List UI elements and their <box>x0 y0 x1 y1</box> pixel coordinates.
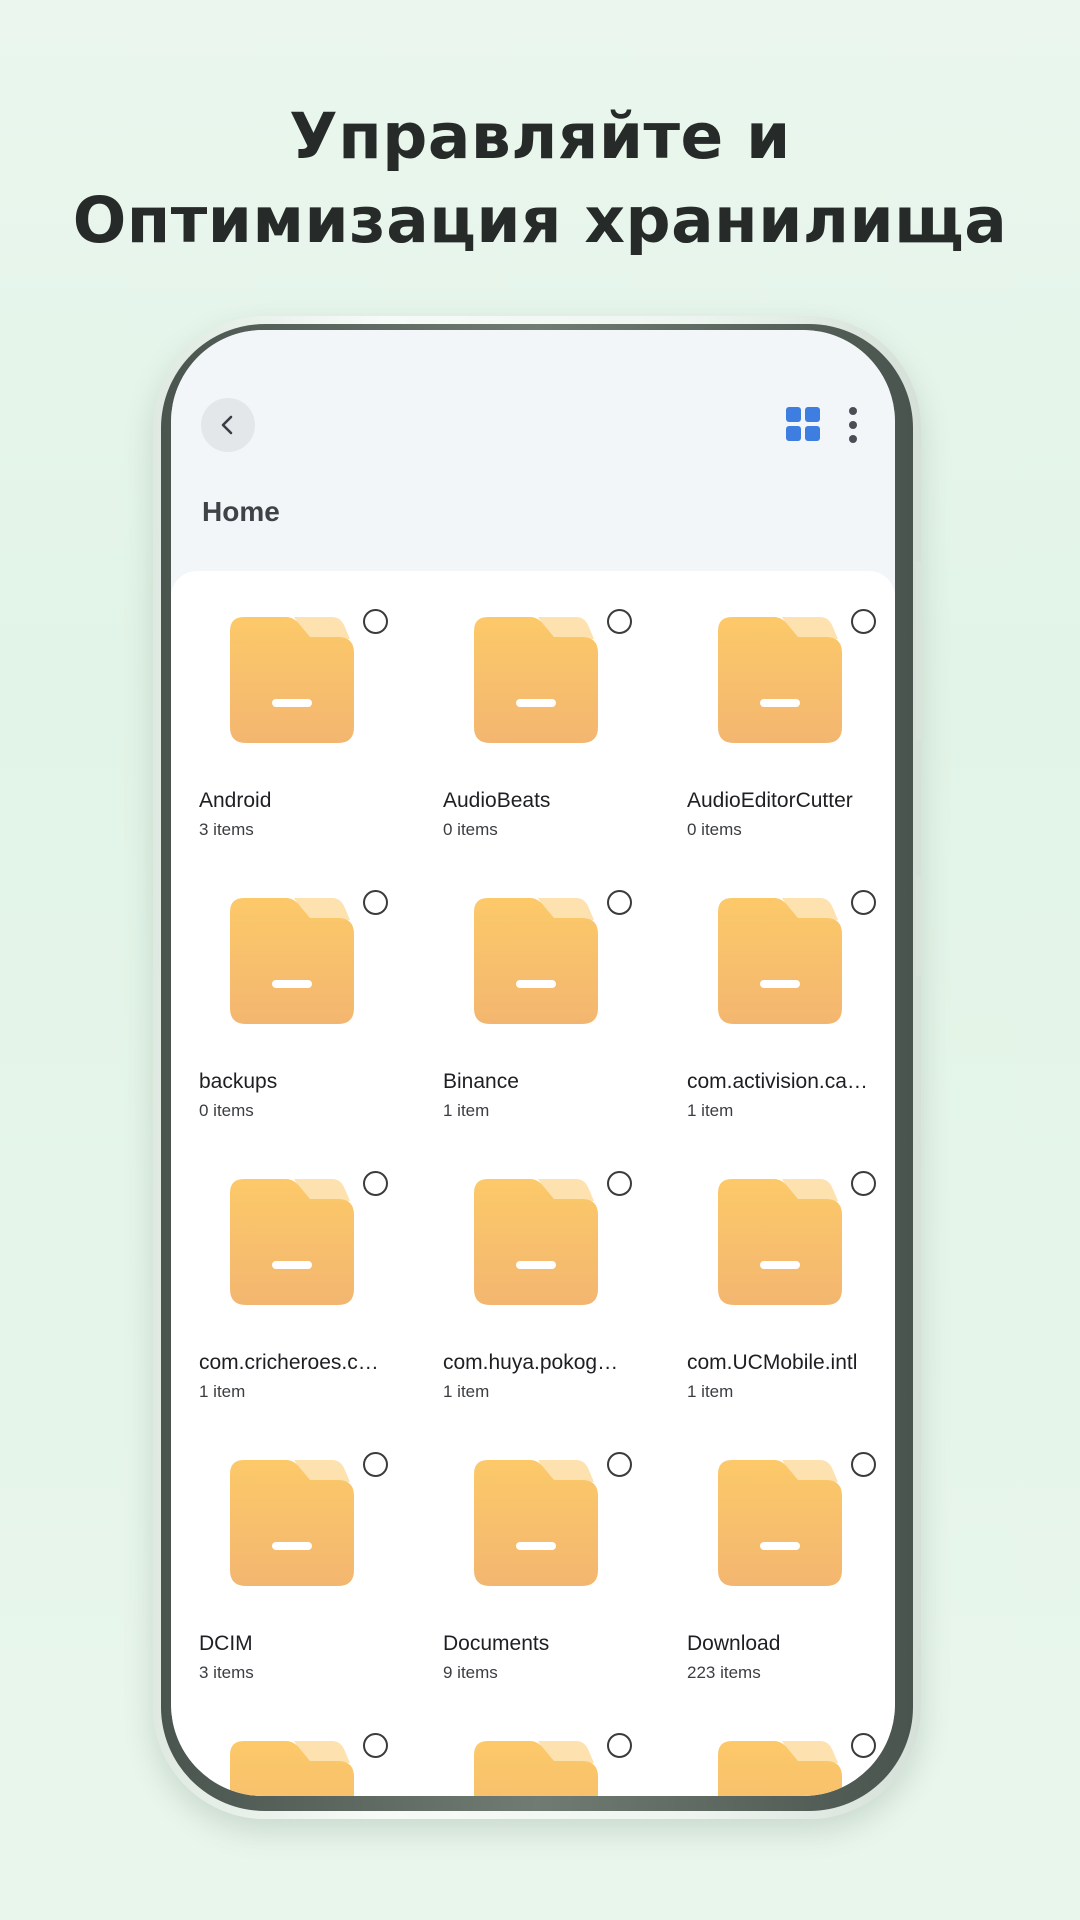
select-radio[interactable] <box>363 609 388 634</box>
select-radio[interactable] <box>607 1171 632 1196</box>
select-radio[interactable] <box>851 890 876 915</box>
folder-name: AudioBeats <box>443 789 551 812</box>
folder-item[interactable]: AudioEditorCutter 0 items <box>687 571 895 839</box>
select-radio[interactable] <box>851 609 876 634</box>
folder-icon <box>474 1179 598 1305</box>
folder-item-count: 1 item <box>687 1382 734 1401</box>
folder-item[interactable]: AudioBeats 0 items <box>443 571 687 839</box>
folder-item-count: 9 items <box>443 1663 498 1682</box>
select-radio[interactable] <box>851 1452 876 1477</box>
folder-icon <box>718 1460 842 1586</box>
folder-name: Documents <box>443 1632 550 1655</box>
folder-icon <box>718 898 842 1024</box>
folder-icon <box>230 1179 354 1305</box>
folder-name: com.huya.pokog… <box>443 1351 619 1374</box>
folder-name: DCIM <box>199 1632 253 1655</box>
folder-name: backups <box>199 1070 278 1093</box>
page-title: Home <box>202 496 280 527</box>
folder-item[interactable] <box>687 1695 895 1796</box>
select-radio[interactable] <box>607 890 632 915</box>
select-radio[interactable] <box>363 890 388 915</box>
folder-item[interactable] <box>443 1695 687 1796</box>
grid-view-icon[interactable] <box>786 407 820 441</box>
select-radio[interactable] <box>851 1171 876 1196</box>
folder-item-count: 0 items <box>199 1101 254 1120</box>
folder-item-count: 1 item <box>199 1382 246 1401</box>
folder-item[interactable]: Binance 1 item <box>443 852 687 1120</box>
folder-icon <box>718 1741 842 1796</box>
select-radio[interactable] <box>363 1452 388 1477</box>
folder-name: com.UCMobile.intl <box>687 1351 858 1374</box>
select-radio[interactable] <box>607 1452 632 1477</box>
folder-item-count: 1 item <box>443 1382 490 1401</box>
folder-item-count: 1 item <box>687 1101 734 1120</box>
folder-icon <box>474 1741 598 1796</box>
headline-line-1: Управляйте и <box>289 100 791 173</box>
folder-name: Android <box>199 789 272 812</box>
promo-headline: Управляйте и Оптимизация хранилища <box>0 95 1080 263</box>
folder-icon <box>474 617 598 743</box>
folder-item[interactable]: Documents 9 items <box>443 1414 687 1682</box>
folder-name: Download <box>687 1632 781 1655</box>
more-vertical-icon[interactable] <box>847 407 859 443</box>
folder-item[interactable]: Android 3 items <box>199 571 443 839</box>
folder-item[interactable]: com.huya.pokog… 1 item <box>443 1133 687 1401</box>
app-header: Home <box>171 330 895 570</box>
back-button[interactable] <box>201 398 255 452</box>
phone-screen: Home Android 3 items AudioBeats 0 items … <box>171 330 895 1796</box>
folder-icon <box>230 898 354 1024</box>
folder-item[interactable]: Download 223 items <box>687 1414 895 1682</box>
select-radio[interactable] <box>607 609 632 634</box>
chevron-left-icon <box>221 415 233 435</box>
folder-item-count: 0 items <box>443 820 498 839</box>
folder-icon <box>230 1741 354 1796</box>
select-radio[interactable] <box>607 1733 632 1758</box>
folder-item-count: 0 items <box>687 820 742 839</box>
folder-icon <box>474 898 598 1024</box>
folder-grid: Android 3 items AudioBeats 0 items Audio… <box>171 571 895 1796</box>
folder-icon <box>230 617 354 743</box>
folder-icon <box>230 1460 354 1586</box>
folder-name: com.activision.ca… <box>687 1070 868 1093</box>
folder-item-count: 3 items <box>199 1663 254 1682</box>
folder-name: com.cricheroes.c… <box>199 1351 379 1374</box>
folder-item[interactable]: com.activision.ca… 1 item <box>687 852 895 1120</box>
headline-line-2: Оптимизация хранилища <box>72 184 1008 257</box>
select-radio[interactable] <box>363 1733 388 1758</box>
phone-frame: Home Android 3 items AudioBeats 0 items … <box>153 316 921 1819</box>
folder-item-count: 3 items <box>199 820 254 839</box>
folder-item-count: 1 item <box>443 1101 490 1120</box>
folder-name: Binance <box>443 1070 519 1093</box>
folder-icon <box>718 1179 842 1305</box>
select-radio[interactable] <box>363 1171 388 1196</box>
select-radio[interactable] <box>851 1733 876 1758</box>
folder-item[interactable]: backups 0 items <box>199 852 443 1120</box>
power-button <box>916 876 921 976</box>
folder-item[interactable]: com.cricheroes.c… 1 item <box>199 1133 443 1401</box>
folder-name: AudioEditorCutter <box>687 789 853 812</box>
folder-icon <box>474 1460 598 1586</box>
folder-icon <box>718 617 842 743</box>
folder-item[interactable]: DCIM 3 items <box>199 1414 443 1682</box>
folder-item[interactable] <box>199 1695 443 1796</box>
volume-button <box>916 561 921 741</box>
folder-item[interactable]: com.UCMobile.intl 1 item <box>687 1133 895 1401</box>
folder-item-count: 223 items <box>687 1663 761 1682</box>
